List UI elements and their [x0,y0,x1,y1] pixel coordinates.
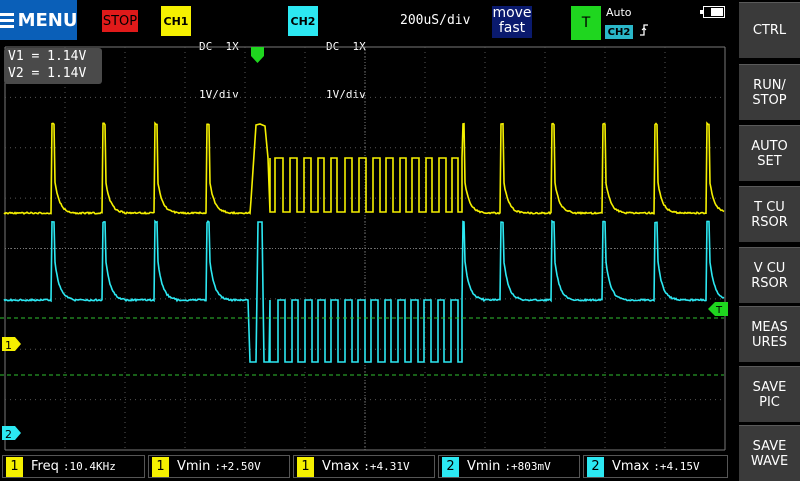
t-cursor-button[interactable]: T CU RSOR [739,186,800,242]
ch2-level-marker[interactable]: 2 [2,426,21,441]
ch2-badge[interactable]: CH2 [288,6,318,36]
ch2-marker-label: 2 [5,428,12,441]
cursor-v2-value: V2 = 1.14V [8,65,102,82]
measure-label: Vmin [177,459,210,474]
measure-ch1-freq[interactable]: 1 Freq :10.4KHz [2,453,145,480]
measure-channel-badge: 1 [152,457,169,477]
measure-channel-badge: 2 [587,457,604,477]
trigger-level-marker[interactable]: T [708,302,728,316]
rising-edge-icon [639,23,649,40]
trigger-mode[interactable]: Auto [606,6,632,19]
ch1-badge[interactable]: CH1 [161,6,191,36]
measure-value: :+4.15V [653,460,699,473]
auto-set-button[interactable]: AUTO SET [739,125,800,181]
ch2-waveform [4,221,724,362]
measure-label: Vmax [322,459,359,474]
measure-ch1-vmax[interactable]: 1 Vmax :+4.31V [293,453,435,480]
run-stop-button[interactable]: RUN/ STOP [739,64,800,120]
hamburger-icon [0,13,14,28]
measure-label: Freq [31,459,59,474]
measure-channel-badge: 1 [6,457,23,477]
measure-channel-badge: 1 [297,457,314,477]
measure-ch2-vmin[interactable]: 2 Vmin :+803mV [438,453,580,480]
waveform-display[interactable]: 1 2 T [0,42,730,452]
battery-icon [703,6,725,18]
measure-value: :+2.50V [214,460,260,473]
measure-label: Vmin [467,459,500,474]
move-mode-button[interactable]: move fast [492,6,532,38]
trigger-marker-label: T [715,305,723,316]
measure-value: :+4.31V [363,460,409,473]
trigger-source[interactable]: CH2 [605,25,633,39]
v-cursor-button[interactable]: V CU RSOR [739,247,800,303]
save-pic-button[interactable]: SAVE PIC [739,366,800,422]
cursor-readout: V1 = 1.14V V2 = 1.14V [4,48,102,84]
ch1-waveform [4,123,724,214]
grid [5,47,725,450]
save-wave-button[interactable]: SAVE WAVE [739,425,800,481]
run-state-badge[interactable]: STOP [102,10,138,32]
move-mode-line2: fast [492,21,532,36]
ctrl-button[interactable]: CTRL [739,2,800,58]
cursor-v1-value: V1 = 1.14V [8,48,102,65]
ch1-marker-label: 1 [5,339,12,352]
measures-button[interactable]: MEAS URES [739,306,800,362]
menu-label: MENU [18,10,78,31]
measure-ch1-vmin[interactable]: 1 Vmin :+2.50V [148,453,290,480]
ch1-level-marker[interactable]: 1 [2,337,21,352]
measure-label: Vmax [612,459,649,474]
menu-button[interactable]: MENU [0,0,77,40]
measure-value: :10.4KHz [63,460,116,473]
timebase-readout[interactable]: 200uS/div [400,13,470,28]
move-mode-line1: move [492,6,532,21]
trigger-position-marker[interactable] [251,47,264,63]
trigger-badge[interactable]: T [571,6,601,40]
measure-value: :+803mV [504,460,550,473]
measure-channel-badge: 2 [442,457,459,477]
measure-ch2-vmax[interactable]: 2 Vmax :+4.15V [583,453,728,480]
